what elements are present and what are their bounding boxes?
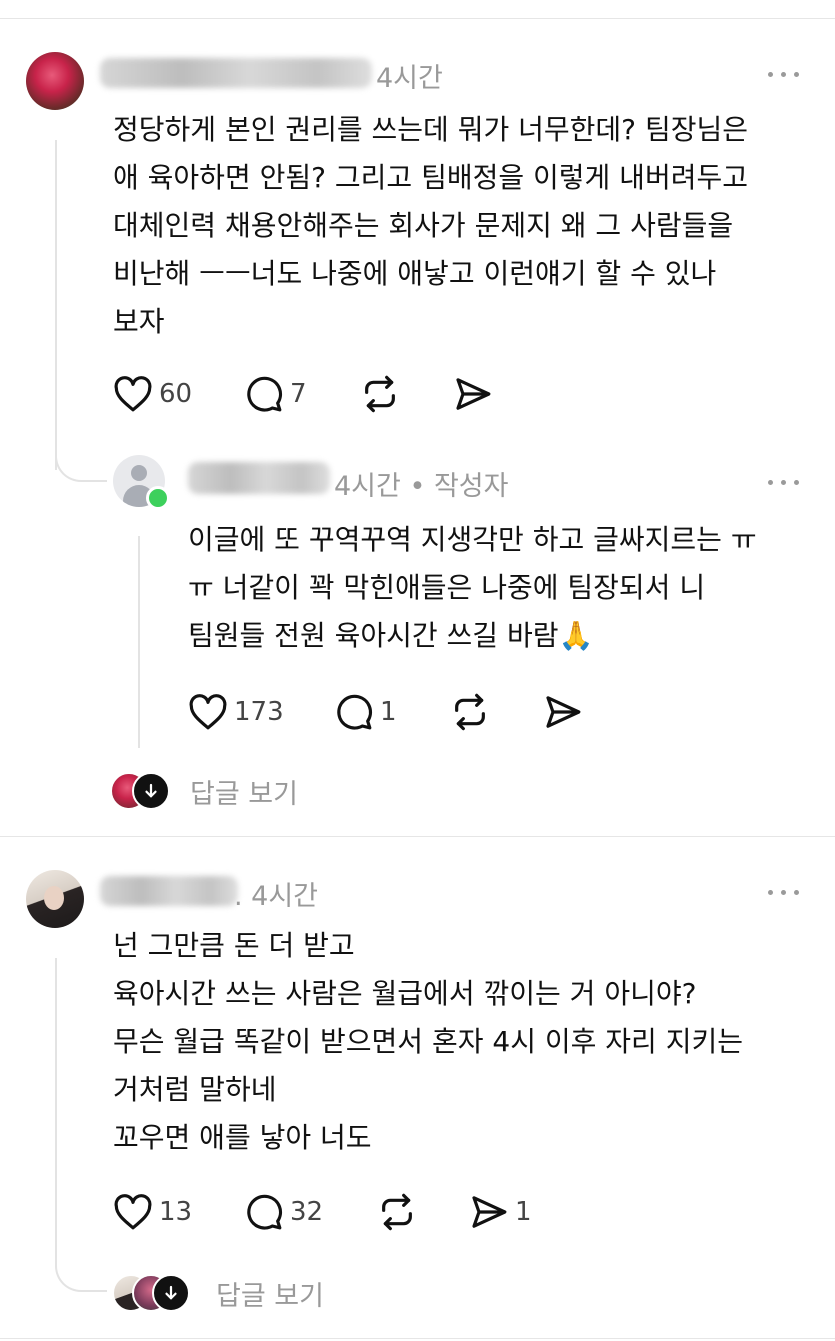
avatar-face bbox=[44, 886, 64, 910]
comment-time: 4시간 bbox=[376, 63, 443, 94]
down-arrow-icon bbox=[152, 1274, 190, 1312]
reply-button[interactable]: 32 bbox=[244, 1192, 323, 1232]
comment-text: 넌 그만큼 돈 더 받고 육아시간 쓰는 사람은 월급에서 깎이는 거 아니야?… bbox=[113, 929, 743, 1154]
repost-button[interactable] bbox=[450, 692, 490, 732]
avatar[interactable] bbox=[26, 52, 84, 110]
like-count: 173 bbox=[234, 697, 284, 727]
reply-count: 7 bbox=[290, 379, 307, 409]
share-icon bbox=[472, 1196, 507, 1228]
reply-avatars[interactable] bbox=[112, 1274, 192, 1312]
share-button[interactable] bbox=[453, 374, 493, 414]
comment-icon bbox=[247, 1194, 283, 1230]
share-icon bbox=[546, 696, 581, 728]
like-button[interactable]: 13 bbox=[113, 1192, 192, 1232]
share-button[interactable] bbox=[543, 692, 583, 732]
bottom-divider bbox=[0, 1338, 835, 1339]
view-replies-link[interactable]: 답글 보기 bbox=[190, 772, 298, 811]
more-icon[interactable] bbox=[768, 477, 802, 487]
repost-button[interactable] bbox=[377, 1192, 417, 1232]
like-button[interactable]: 60 bbox=[113, 374, 192, 414]
share-icon bbox=[456, 378, 491, 410]
comment-text: 정당하게 본인 권리를 쓰는데 뭐가 너무한데? 팀장님은 애 육아하면 안됨?… bbox=[113, 113, 748, 338]
more-icon[interactable] bbox=[768, 69, 802, 79]
repost-button[interactable] bbox=[360, 374, 400, 414]
down-arrow-icon bbox=[132, 772, 170, 810]
username-redacted bbox=[100, 876, 238, 906]
thread-curve bbox=[55, 1230, 107, 1292]
heart-icon bbox=[114, 376, 152, 412]
heart-icon bbox=[114, 1194, 152, 1230]
reply-username-redacted bbox=[188, 462, 330, 494]
online-indicator bbox=[146, 486, 170, 510]
reply-count: 32 bbox=[290, 1197, 324, 1227]
like-button[interactable]: 173 bbox=[188, 692, 284, 732]
heart-icon bbox=[189, 694, 227, 730]
default-avatar-head bbox=[131, 465, 147, 481]
reply-thread-line bbox=[138, 536, 140, 748]
thread-line bbox=[55, 958, 57, 1258]
thread-curve bbox=[55, 420, 107, 482]
like-count: 13 bbox=[159, 1197, 193, 1227]
share-count: 1 bbox=[515, 1197, 532, 1227]
view-replies-link[interactable]: 답글 보기 bbox=[216, 1274, 324, 1313]
like-count: 60 bbox=[159, 379, 193, 409]
comment-divider bbox=[0, 836, 835, 837]
username-redacted bbox=[100, 58, 372, 88]
reply-avatars[interactable] bbox=[110, 772, 170, 810]
repost-icon bbox=[382, 1193, 412, 1231]
reply-count: 1 bbox=[380, 697, 397, 727]
more-icon[interactable] bbox=[768, 887, 802, 897]
top-divider bbox=[0, 18, 835, 19]
comment-icon bbox=[247, 376, 283, 412]
comment-time: . 4시간 bbox=[234, 881, 319, 912]
comment-icon bbox=[337, 694, 373, 730]
reply-button[interactable]: 1 bbox=[334, 692, 397, 732]
avatar[interactable] bbox=[26, 870, 84, 928]
reply-button[interactable]: 7 bbox=[244, 374, 307, 414]
repost-icon bbox=[455, 693, 485, 731]
share-button[interactable]: 1 bbox=[469, 1192, 532, 1232]
reply-time: 4시간 • 작성자 bbox=[334, 471, 509, 502]
reply-text: 이글에 또 꾸역꾸역 지생각만 하고 글싸지르는 ㅠ ㅠ 너같이 꽉 막힌애들은… bbox=[188, 523, 757, 652]
repost-icon bbox=[365, 375, 395, 413]
